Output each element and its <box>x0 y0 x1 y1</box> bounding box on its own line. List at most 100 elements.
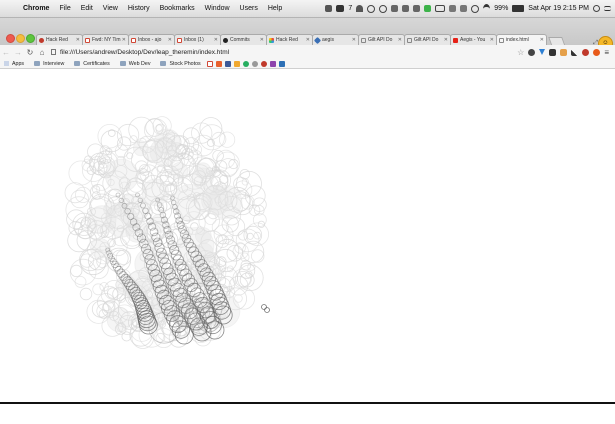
trail-circle <box>253 231 262 240</box>
tab-close-icon[interactable]: ✕ <box>490 37 494 43</box>
forward-arrow-icon[interactable]: → <box>12 48 24 57</box>
extension-puzzle-icon[interactable] <box>560 48 568 56</box>
notification-center-icon[interactable] <box>604 6 611 11</box>
window-zoom-button[interactable] <box>26 34 35 43</box>
home-icon[interactable]: ⌂ <box>36 48 48 57</box>
trail-circle <box>74 275 87 288</box>
youtube-favicon-icon <box>453 37 458 43</box>
menu-file[interactable]: File <box>59 5 70 12</box>
address-bar[interactable]: file:///Users/andrew/Desktop/Dev/leap_th… <box>51 47 506 57</box>
bookmark-green-icon[interactable] <box>242 60 249 67</box>
tab-close-icon[interactable]: ✕ <box>122 37 126 43</box>
window-close-button[interactable] <box>6 34 15 43</box>
trail-circle <box>205 186 220 200</box>
menu-view[interactable]: View <box>103 5 118 12</box>
battery-percent: 99% <box>494 5 509 12</box>
tab-close-icon[interactable]: ✕ <box>352 37 356 43</box>
menu-window[interactable]: Window <box>205 5 230 12</box>
tab-index-html[interactable]: index.html ✕ <box>496 34 547 45</box>
mail-icon[interactable] <box>336 5 345 12</box>
tab-aegis[interactable]: aegis ✕ <box>312 34 359 45</box>
menu-history[interactable]: History <box>128 5 150 12</box>
eyedropper-icon[interactable] <box>571 48 579 56</box>
trail-circle <box>105 158 139 193</box>
tab-hack-red-1[interactable]: Hack Red ✕ <box>36 34 83 45</box>
bookmark-yellow-icon[interactable] <box>233 60 240 67</box>
tab-gilt-api-2[interactable]: Gilt API Do ✕ <box>404 34 451 45</box>
tab-commits[interactable]: Commits ✕ <box>220 34 267 45</box>
trail-circle <box>106 307 132 333</box>
time-machine-icon[interactable] <box>379 4 388 13</box>
bookmark-folder-interview[interactable]: Interview <box>34 61 64 67</box>
reload-icon[interactable]: ↻ <box>24 48 36 57</box>
bookmark-gmail-icon[interactable] <box>206 60 213 67</box>
bookmark-folder-certificates[interactable]: Certificates <box>74 61 110 67</box>
back-arrow-icon[interactable]: ← <box>0 48 12 57</box>
folder-icon <box>34 61 41 66</box>
status-indicator-icon[interactable] <box>424 5 432 12</box>
tab-label: Inbox - ajo <box>138 37 162 43</box>
mail-count: 7 <box>348 5 353 12</box>
app-menu-chrome[interactable]: Chrome <box>23 5 49 12</box>
trail-circle <box>164 230 174 240</box>
tab-close-icon[interactable]: ✕ <box>444 37 448 43</box>
menu-edit[interactable]: Edit <box>81 5 93 12</box>
sync-icon[interactable] <box>471 4 480 13</box>
flux-icon[interactable] <box>413 5 421 12</box>
tab-hack-red-2[interactable]: Hack Red ✕ <box>266 34 313 45</box>
bookmark-trello-icon[interactable] <box>278 60 285 67</box>
tab-close-icon[interactable]: ✕ <box>260 37 264 43</box>
menu-help[interactable]: Help <box>268 5 282 12</box>
tab-close-icon[interactable]: ✕ <box>540 37 544 43</box>
dropbox-icon[interactable] <box>391 5 399 12</box>
extension-orange-circle-icon[interactable] <box>593 48 601 56</box>
hack-red-favicon-icon <box>269 37 274 43</box>
extension-v-icon[interactable] <box>539 49 546 55</box>
camera-icon[interactable] <box>325 5 333 12</box>
bookmark-apps[interactable]: Apps <box>4 61 24 67</box>
menu-users[interactable]: Users <box>240 5 258 12</box>
trail-circle <box>172 184 209 221</box>
gmail-favicon-icon <box>177 37 182 43</box>
clock-icon[interactable] <box>367 4 376 13</box>
spotlight-search-icon[interactable] <box>593 5 600 12</box>
bookmark-red-icon[interactable] <box>260 60 267 67</box>
clock-datetime[interactable]: Sat Apr 19 2:15 PM <box>528 5 589 12</box>
tab-gilt-api-1[interactable]: Gilt API Do ✕ <box>358 34 405 45</box>
bookmark-grey-icon[interactable] <box>251 60 258 67</box>
extension-red-circle-icon[interactable] <box>582 48 590 56</box>
window-minimize-button[interactable] <box>16 34 25 43</box>
tab-inbox-2[interactable]: Inbox (1) ✕ <box>174 34 221 45</box>
trail-circle <box>70 264 83 277</box>
bluetooth-icon[interactable] <box>449 5 457 12</box>
bookmark-star-icon[interactable]: ☆ <box>517 48 524 57</box>
tab-inbox-1[interactable]: Inbox - ajo ✕ <box>128 34 175 45</box>
wifi-icon[interactable] <box>483 3 491 14</box>
tab-close-icon[interactable]: ✕ <box>214 37 218 43</box>
tab-fwd-ny-times[interactable]: Fwd: NY Tim ✕ <box>82 34 129 45</box>
tab-close-icon[interactable]: ✕ <box>398 37 402 43</box>
evernote-icon[interactable] <box>402 5 410 12</box>
bookmark-folder-stock-photos[interactable]: Stock Photos <box>160 61 201 67</box>
tab-close-icon[interactable]: ✕ <box>76 37 80 43</box>
extension-dark-circle-icon[interactable] <box>528 48 536 56</box>
bookmark-orange-icon[interactable] <box>215 60 222 67</box>
document-favicon-icon <box>407 37 412 43</box>
trail-circle <box>170 162 189 180</box>
tab-label: Hack Red <box>46 37 68 43</box>
chrome-menu-icon[interactable]: ≡ <box>604 48 609 57</box>
cloud-icon[interactable] <box>356 5 364 12</box>
theremin-canvas[interactable] <box>0 70 615 402</box>
bookmark-purple-icon[interactable] <box>269 60 276 67</box>
menu-bookmarks[interactable]: Bookmarks <box>160 5 195 12</box>
tab-close-icon[interactable]: ✕ <box>306 37 310 43</box>
bookmark-blue-icon[interactable] <box>224 60 231 67</box>
screen-icon[interactable] <box>435 5 446 12</box>
battery-icon[interactable] <box>512 5 525 12</box>
tab-aegis-youtube[interactable]: Aegis - You ✕ <box>450 34 497 45</box>
tab-close-icon[interactable]: ✕ <box>168 37 172 43</box>
address-url[interactable]: file:///Users/andrew/Desktop/Dev/leap_th… <box>60 49 229 56</box>
lock-icon[interactable] <box>460 5 468 12</box>
bookmark-folder-web-dev[interactable]: Web Dev <box>119 61 150 67</box>
pocket-icon[interactable] <box>549 48 557 56</box>
